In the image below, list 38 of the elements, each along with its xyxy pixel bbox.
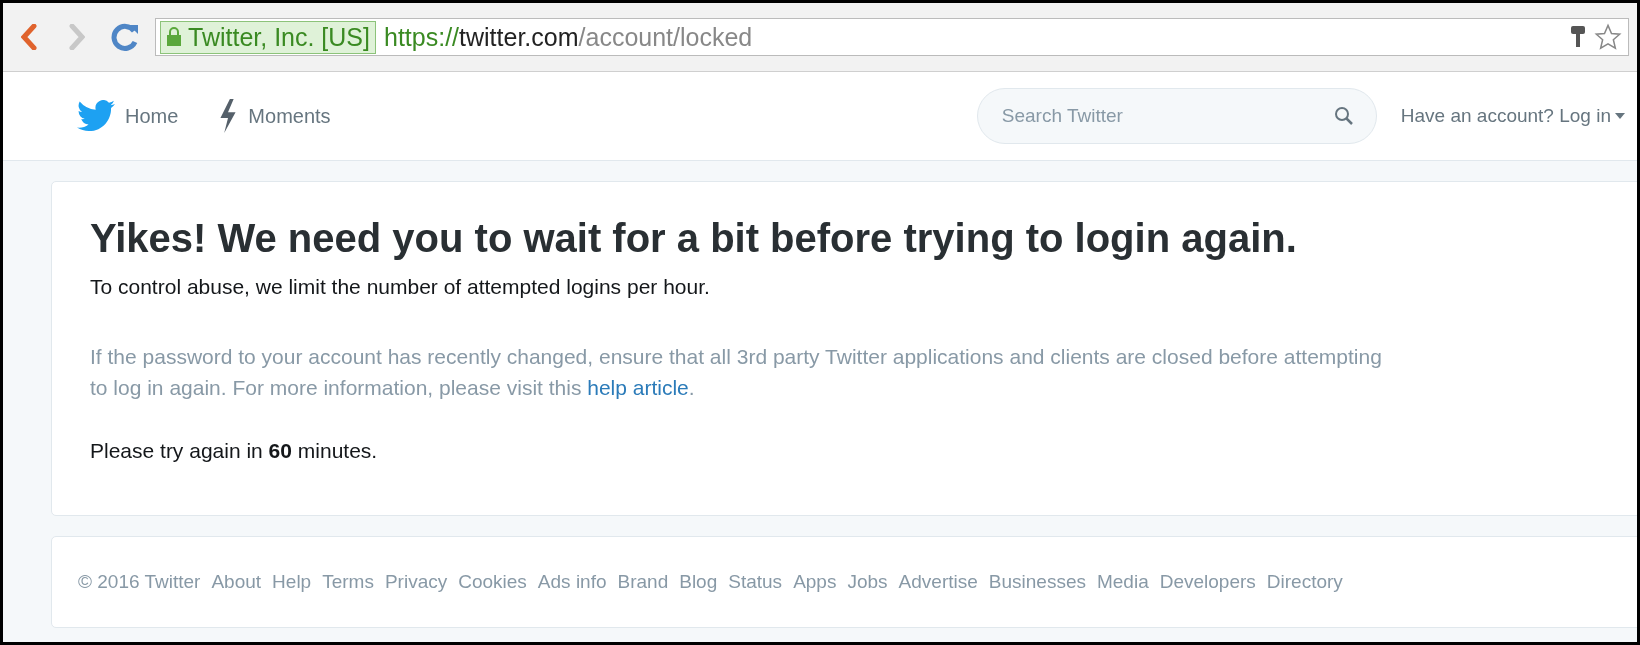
footer-link[interactable]: Status (728, 571, 783, 593)
bird-icon (77, 100, 115, 132)
footer-link[interactable]: Apps (793, 571, 837, 593)
help-link[interactable]: help article (587, 376, 689, 399)
retry-text: Please try again in 60 minutes. (90, 439, 379, 463)
subtitle-text: To control abuse, we limit the number of attempted logins per hour. (90, 275, 711, 299)
footer-link[interactable]: Advertise (898, 571, 978, 593)
footer-link[interactable]: Terms (322, 571, 374, 593)
search-field[interactable]: Search Twitter (976, 88, 1377, 144)
footer-link[interactable]: Jobs (847, 571, 888, 593)
footer-link[interactable]: Media (1096, 571, 1149, 593)
footer-link[interactable]: Blog (679, 571, 718, 593)
star-icon[interactable] (1594, 23, 1622, 51)
nav-link[interactable]: Home (77, 100, 179, 132)
info-paragraph: If the password to your account has recently changed, ensure that all 3rd party Twitter applications and clients are closed before attempting to log in again. For more information, please visit this help article. (90, 344, 1383, 401)
lock-icon (166, 27, 182, 47)
site-identity[interactable]: Twitter, Inc. [US] (160, 20, 376, 54)
nav-link[interactable]: Moments (218, 99, 331, 133)
copyright-text: © 2016 Twitter (78, 571, 201, 593)
footer-link[interactable]: Ads info (537, 571, 607, 593)
footer-link[interactable]: Privacy (384, 571, 448, 593)
forward-icon (69, 24, 85, 50)
url-text: https://twitter.com/account/locked (384, 22, 754, 52)
caret-icon (1615, 113, 1625, 119)
back-icon (21, 24, 37, 50)
login-link[interactable]: Have an account? Log in (1400, 105, 1625, 127)
search-input[interactable]: Search Twitter (999, 104, 1334, 128)
footer-link[interactable]: Cookies (458, 571, 527, 593)
search-icon (1333, 106, 1354, 126)
page-heading: Yikes! We need you to wait for a bit before trying to login again. (90, 216, 1298, 261)
address-bar[interactable]: Twitter, Inc. [US] https://twitter.com/account/locked (155, 18, 1629, 56)
reload-icon (110, 22, 140, 52)
footer-link[interactable]: Help (272, 571, 312, 593)
footer-link[interactable]: Developers (1159, 571, 1256, 593)
footer-link[interactable]: Brand (617, 571, 669, 593)
footer-link[interactable]: Directory (1266, 571, 1343, 593)
footer-link[interactable]: Businesses (988, 571, 1086, 593)
footer-link[interactable]: About (211, 571, 262, 593)
